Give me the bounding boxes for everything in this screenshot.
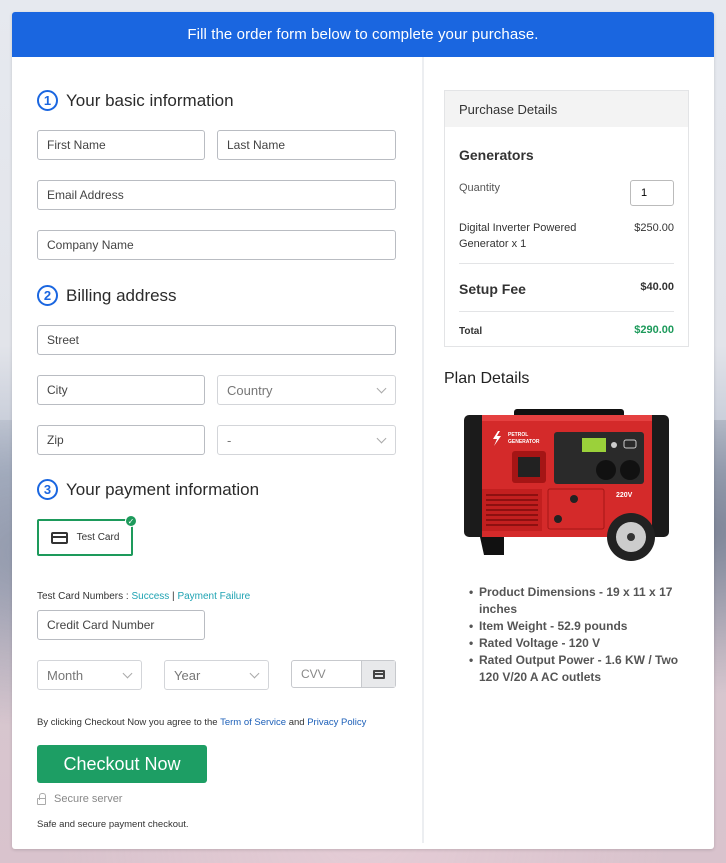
success-link[interactable]: Success bbox=[131, 591, 169, 602]
order-form-card: Fill the order form below to complete yo… bbox=[12, 12, 714, 849]
section-title: Your payment information bbox=[66, 479, 260, 499]
first-name-input[interactable]: First Name bbox=[37, 130, 205, 160]
email-input[interactable]: Email Address bbox=[37, 180, 396, 210]
state-select[interactable]: - bbox=[217, 425, 396, 455]
test-card-numbers: Test Card Numbers : Success | Payment Fa… bbox=[37, 591, 250, 602]
test-card-numbers-label: Test Card Numbers : bbox=[37, 591, 132, 602]
terms-and: and bbox=[286, 717, 308, 728]
company-input[interactable]: Company Name bbox=[37, 230, 396, 260]
line-item-name-2: Generator x 1 bbox=[459, 238, 527, 250]
spec-item: Rated Voltage - 120 V bbox=[469, 635, 684, 652]
chevron-down-icon bbox=[376, 383, 387, 393]
lock-icon bbox=[37, 792, 46, 805]
spec-item: Item Weight - 52.9 pounds bbox=[469, 618, 684, 635]
step-number-2: 2 bbox=[37, 285, 58, 306]
secure-server-label: Secure server bbox=[54, 793, 123, 805]
terms-prefix: By clicking Checkout Now you agree to th… bbox=[37, 717, 221, 728]
section-payment-info: 3 Your payment information bbox=[37, 479, 259, 500]
total-value: $290.00 bbox=[634, 324, 674, 336]
section-billing-address: 2 Billing address bbox=[37, 285, 177, 306]
setup-fee-value: $40.00 bbox=[640, 281, 674, 293]
product-category: Generators bbox=[459, 147, 534, 163]
safe-checkout-text: Safe and secure payment checkout. bbox=[37, 819, 189, 830]
last-name-input[interactable]: Last Name bbox=[217, 130, 396, 160]
test-card-label: Test Card bbox=[76, 532, 120, 543]
generator-voltage-text: 220V bbox=[616, 492, 633, 499]
checkout-now-button[interactable]: Checkout Now bbox=[37, 745, 207, 783]
plan-details-title: Plan Details bbox=[444, 370, 530, 387]
terms-of-service-link[interactable]: Term of Service bbox=[220, 717, 286, 728]
payment-failure-link[interactable]: Payment Failure bbox=[177, 591, 250, 602]
street-input[interactable]: Street bbox=[37, 325, 396, 355]
card-number-input[interactable]: Credit Card Number bbox=[37, 610, 205, 640]
cvv-help-button[interactable] bbox=[361, 661, 395, 687]
cvv-input[interactable]: CVV bbox=[292, 661, 361, 687]
quantity-input[interactable]: 1 bbox=[630, 180, 674, 206]
secure-server-note: Secure server bbox=[37, 792, 123, 805]
generator-product-image: PETROL GENERATOR 220V bbox=[464, 409, 669, 561]
country-select[interactable]: Country bbox=[217, 375, 396, 405]
section-basic-info: 1 Your basic information bbox=[37, 90, 234, 111]
checkmark-icon: ✓ bbox=[125, 515, 137, 527]
header-banner: Fill the order form below to complete yo… bbox=[12, 12, 714, 57]
generator-brand-text: PETROL bbox=[508, 432, 528, 438]
spec-item: Product Dimensions - 19 x 11 x 17 inches bbox=[469, 584, 684, 618]
zip-input[interactable]: Zip bbox=[37, 425, 205, 455]
privacy-policy-link[interactable]: Privacy Policy bbox=[307, 717, 366, 728]
form-column: 1 Your basic information First Name Last… bbox=[12, 57, 422, 849]
chevron-down-icon bbox=[249, 668, 260, 678]
month-select[interactable]: Month bbox=[37, 660, 142, 690]
country-select-value: Country bbox=[227, 382, 273, 398]
purchase-details-box: Purchase Details Generators Quantity 1 D… bbox=[444, 90, 689, 347]
month-select-value: Month bbox=[47, 667, 84, 683]
generator-brand-text-2: GENERATOR bbox=[508, 439, 540, 445]
spec-item: Rated Output Power - 1.6 KW / Two 120 V/… bbox=[469, 652, 684, 686]
plan-specs-list: Product Dimensions - 19 x 11 x 17 inches… bbox=[469, 584, 684, 686]
chevron-down-icon bbox=[122, 668, 133, 678]
divider bbox=[459, 263, 674, 264]
step-number-1: 1 bbox=[37, 90, 58, 111]
cvv-field-group: CVV bbox=[291, 660, 396, 688]
line-item-price: $250.00 bbox=[634, 222, 674, 234]
credit-card-icon bbox=[50, 531, 68, 544]
test-card-option[interactable]: Test Card ✓ bbox=[37, 515, 137, 556]
section-title: Billing address bbox=[66, 285, 177, 305]
purchase-details-header: Purchase Details bbox=[445, 91, 688, 127]
credit-card-icon bbox=[372, 669, 385, 679]
state-select-value: - bbox=[227, 432, 232, 448]
section-title: Your basic information bbox=[66, 90, 234, 110]
year-select-value: Year bbox=[174, 667, 201, 683]
year-select[interactable]: Year bbox=[164, 660, 269, 690]
summary-column: Purchase Details Generators Quantity 1 D… bbox=[424, 57, 714, 849]
line-item: Digital Inverter Powered Generator x 1 $… bbox=[459, 220, 674, 252]
terms-text: By clicking Checkout Now you agree to th… bbox=[37, 717, 366, 728]
divider bbox=[459, 311, 674, 312]
chevron-down-icon bbox=[376, 433, 387, 443]
step-number-3: 3 bbox=[37, 479, 58, 500]
city-input[interactable]: City bbox=[37, 375, 205, 405]
